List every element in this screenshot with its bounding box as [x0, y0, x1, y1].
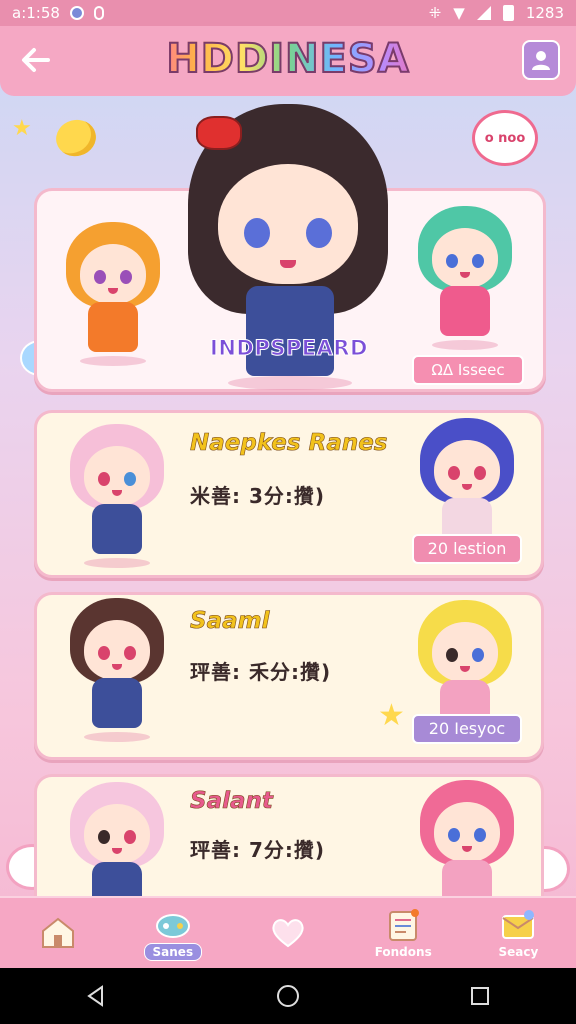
nav-fondons[interactable]: Fondons — [346, 898, 461, 968]
character-pink-cat — [62, 424, 172, 574]
battery-text: 1283 — [525, 4, 564, 22]
nav-games[interactable]: Sanes — [115, 898, 230, 968]
card-badge[interactable]: 20 Iesyoc — [412, 714, 522, 744]
circle-home-icon — [277, 985, 299, 1007]
hero-badge[interactable]: ΩΔ Isseec — [412, 355, 524, 385]
card-badge[interactable]: 20 lestion — [412, 534, 522, 564]
character-orange — [58, 222, 168, 372]
house-icon — [39, 915, 77, 949]
nav-favorites[interactable] — [230, 898, 345, 968]
user-icon — [532, 51, 550, 70]
bow-icon — [196, 116, 242, 150]
status-time: a:1:58 — [12, 4, 60, 22]
signal-icon — [476, 6, 491, 20]
system-back-button[interactable] — [66, 976, 126, 1016]
system-recents-button[interactable] — [450, 976, 510, 1016]
star-icon: ★ — [12, 116, 32, 141]
character-brown — [62, 598, 172, 748]
mail-icon — [499, 908, 537, 942]
card-stat: 玶善: 7分:攢) — [190, 838, 326, 862]
back-button[interactable] — [14, 42, 58, 82]
battery-icon — [502, 5, 514, 21]
status-bar: a:1:58 ⁜ ▼ 1283 — [0, 0, 576, 26]
heart-sticker-icon — [52, 115, 100, 161]
card-stat: 玶善: 禾分:攢) — [190, 660, 332, 684]
character-green — [410, 206, 520, 356]
app-bar: HDDINESA — [0, 26, 576, 96]
card-title: Salant — [190, 788, 273, 815]
card-title: Saaml — [190, 608, 270, 635]
notification-icon — [69, 6, 84, 20]
book-icon — [384, 908, 422, 942]
speech-bubble: o noo — [472, 110, 538, 166]
card-title: Naepkes Ranes — [190, 430, 388, 457]
system-nav-bar — [0, 968, 576, 1024]
vibrate-icon: ⁜ — [428, 4, 442, 22]
triangle-back-icon — [87, 985, 103, 1007]
bottom-nav: Sanes Fondons Seacy — [0, 896, 576, 968]
nav-home[interactable] — [0, 898, 115, 968]
sync-icon — [93, 6, 104, 20]
heart-icon — [269, 915, 307, 949]
profile-button[interactable] — [522, 40, 560, 80]
back-arrow-icon — [22, 48, 50, 72]
nav-seacy[interactable]: Seacy — [461, 898, 576, 968]
hero-sign: INDPSPEARD — [210, 336, 368, 361]
app-title: HDDINESA — [150, 35, 426, 88]
speech-text: o noo — [484, 130, 526, 146]
wifi-icon: ▼ — [453, 4, 465, 22]
system-home-button[interactable] — [258, 976, 318, 1016]
game-controller-icon — [154, 906, 192, 940]
card-stat: 米善: 3分:攢) — [190, 484, 326, 508]
square-recents-icon — [471, 987, 489, 1005]
star-icon: ★ — [378, 698, 405, 733]
